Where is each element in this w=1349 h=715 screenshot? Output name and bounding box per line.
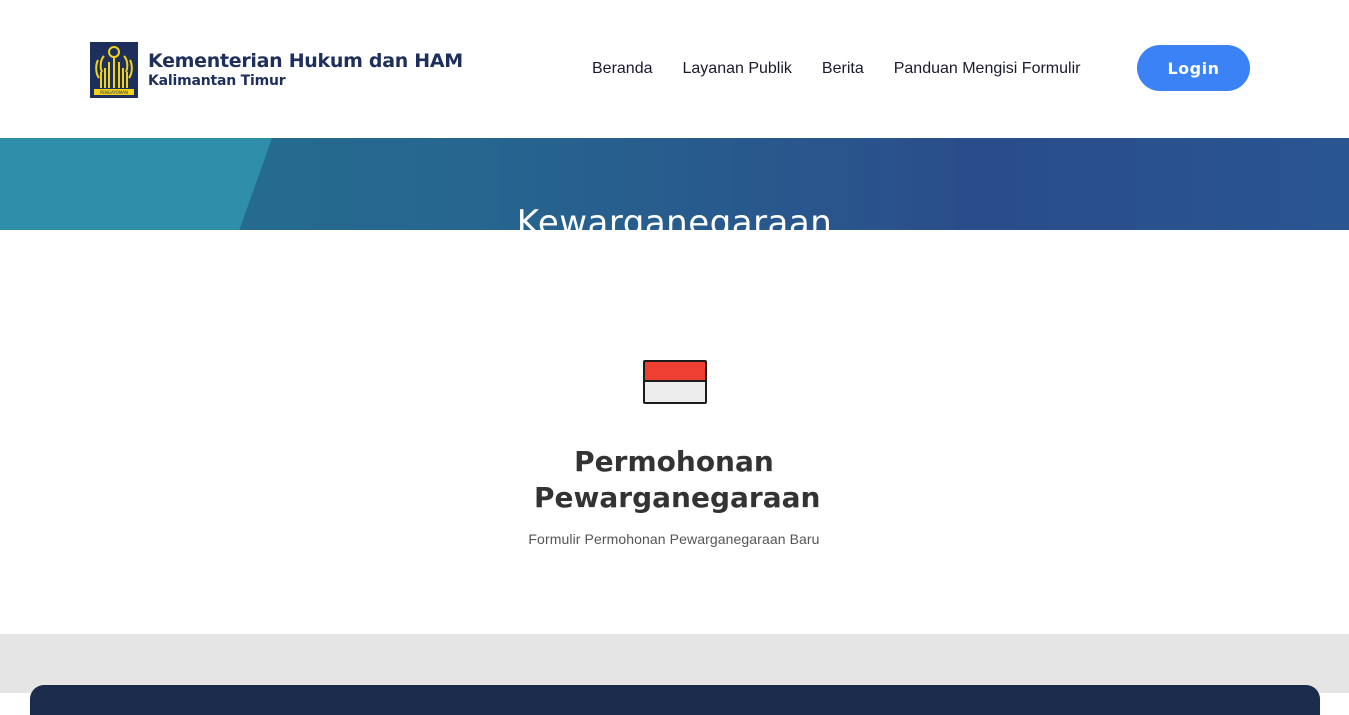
logo-text: Kementerian Hukum dan HAM Kalimantan Tim… (148, 50, 463, 90)
page-banner: Kewarganegaraan (0, 138, 1349, 230)
login-button[interactable]: Login (1137, 45, 1250, 91)
logo-title: Kementerian Hukum dan HAM (148, 50, 463, 72)
nav-item-layanan-publik[interactable]: Layanan Publik (683, 60, 792, 78)
indonesia-flag-icon (643, 360, 707, 404)
flag-white-stripe (645, 382, 705, 402)
main-nav: Beranda Layanan Publik Berita Panduan Me… (592, 58, 1080, 80)
nav-item-beranda[interactable]: Beranda (592, 60, 653, 78)
pengayoman-emblem-icon: PENGAYOMAN (90, 42, 138, 98)
service-description: Formulir Permohonan Pewarganegaraan Baru (528, 531, 820, 547)
site-logo[interactable]: PENGAYOMAN Kementerian Hukum dan HAM Kal… (90, 42, 463, 98)
page-title: Kewarganegaraan (516, 202, 833, 230)
svg-text:PENGAYOMAN: PENGAYOMAN (100, 90, 128, 95)
service-card-pewarganegaraan[interactable]: Permohonan Pewarganegaraan Formulir Perm… (474, 340, 874, 570)
footer-panel (30, 685, 1320, 715)
logo-subtitle: Kalimantan Timur (148, 73, 286, 89)
nav-item-panduan[interactable]: Panduan Mengisi Formulir (894, 60, 1081, 78)
footer-section (0, 634, 1349, 715)
nav-item-berita[interactable]: Berita (822, 60, 864, 78)
flag-red-stripe (645, 362, 705, 382)
service-title: Permohonan Pewarganegaraan (534, 445, 821, 514)
site-header: PENGAYOMAN Kementerian Hukum dan HAM Kal… (0, 0, 1349, 138)
